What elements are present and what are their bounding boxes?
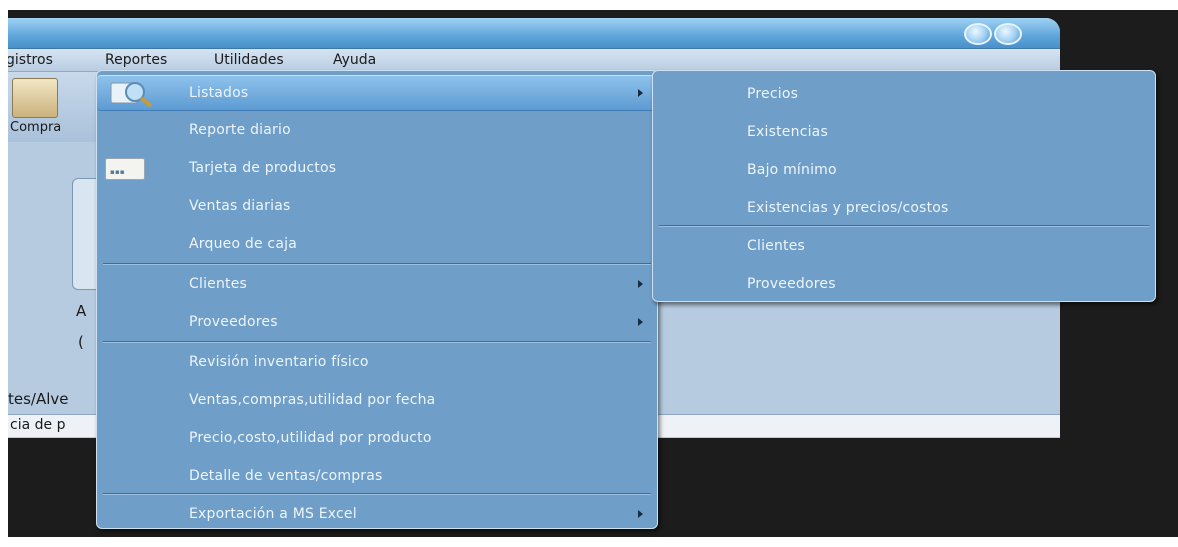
maximize-button[interactable] — [994, 23, 1022, 45]
submenu-item-label: Proveedores — [747, 276, 836, 292]
status-text: cia de p — [10, 417, 66, 433]
menu-item-ventas-compras-utilidad[interactable]: Ventas,compras,utilidad por fecha — [97, 383, 657, 417]
submenu-item-label: Clientes — [747, 238, 806, 254]
menu-bar: gistros Reportes Utilidades Ayuda — [8, 49, 1060, 72]
submenu-item-existencias-precios[interactable]: Existencias y precios/costos — [653, 191, 1155, 225]
menu-item-label: Listados — [189, 85, 249, 101]
menu-item-exportacion-excel[interactable]: Exportación a MS Excel — [97, 497, 657, 531]
magnifier-icon — [110, 82, 153, 108]
menu-item-detalle-ventas[interactable]: Detalle de ventas/compras — [97, 459, 657, 493]
screen-frame-left — [0, 0, 8, 547]
menu-item-label: Tarjeta de productos — [189, 160, 337, 176]
menu-utilidades[interactable]: Utilidades — [214, 52, 284, 68]
submenu-item-existencias[interactable]: Existencias — [653, 115, 1155, 149]
menu-registros[interactable]: gistros — [8, 52, 53, 68]
title-bar — [8, 18, 1060, 49]
reportes-menu: Listados Reporte diario ▪▪▪ Tarjeta de p… — [96, 70, 658, 529]
listados-submenu: Precios Existencias Bajo mínimo Existenc… — [652, 70, 1156, 302]
menu-item-label: Exportación a MS Excel — [189, 506, 357, 522]
menu-item-label: Arqueo de caja — [189, 236, 297, 252]
submenu-item-bajo-minimo[interactable]: Bajo mínimo — [653, 153, 1155, 187]
submenu-arrow-icon — [638, 280, 643, 288]
submenu-item-label: Existencias — [747, 124, 828, 140]
menu-item-listados[interactable]: Listados — [97, 75, 657, 111]
menu-item-label: Detalle de ventas/compras — [189, 468, 383, 484]
minimize-button[interactable] — [964, 23, 992, 45]
submenu-item-label: Precios — [747, 86, 799, 102]
menu-item-label: Clientes — [189, 276, 248, 292]
submenu-arrow-icon — [638, 510, 643, 518]
menu-item-tarjeta-productos[interactable]: ▪▪▪ Tarjeta de productos — [97, 151, 657, 185]
screen-frame-top — [0, 0, 1178, 10]
menu-item-label: Revisión inventario físico — [189, 354, 369, 370]
menu-reportes[interactable]: Reportes — [105, 52, 167, 68]
menu-separator — [103, 341, 651, 343]
menu-item-proveedores[interactable]: Proveedores — [97, 305, 657, 339]
menu-item-arqueo-caja[interactable]: Arqueo de caja — [97, 227, 657, 261]
menu-separator — [103, 493, 651, 495]
submenu-item-proveedores[interactable]: Proveedores — [653, 267, 1155, 301]
menu-item-label: Proveedores — [189, 314, 278, 330]
side-text-a: A — [76, 302, 87, 320]
menu-item-revision-inventario[interactable]: Revisión inventario físico — [97, 345, 657, 379]
submenu-arrow-icon — [638, 89, 643, 97]
menu-item-precio-costo-utilidad[interactable]: Precio,costo,utilidad por producto — [97, 421, 657, 455]
menu-item-ventas-diarias[interactable]: Ventas diarias — [97, 189, 657, 223]
menu-item-label: Ventas diarias — [189, 198, 291, 214]
submenu-item-precios[interactable]: Precios — [653, 77, 1155, 111]
menu-separator — [659, 225, 1149, 227]
menu-item-label: Precio,costo,utilidad por producto — [189, 430, 432, 446]
menu-item-reporte-diario[interactable]: Reporte diario — [97, 113, 657, 147]
menu-item-label: Reporte diario — [189, 122, 291, 138]
submenu-arrow-icon — [638, 318, 643, 326]
menu-ayuda[interactable]: Ayuda — [333, 52, 376, 68]
side-text-paren: ( — [78, 333, 84, 351]
side-text-path: tes/Alve — [8, 390, 69, 408]
card-icon: ▪▪▪ — [105, 158, 145, 180]
menu-item-clientes[interactable]: Clientes — [97, 267, 657, 301]
compras-label[interactable]: Compra — [10, 120, 61, 135]
submenu-item-clientes[interactable]: Clientes — [653, 229, 1155, 263]
compras-icon[interactable] — [12, 78, 58, 118]
screen-frame-bottom — [0, 537, 1178, 547]
menu-separator — [103, 263, 651, 265]
menu-item-label: Ventas,compras,utilidad por fecha — [189, 392, 436, 408]
submenu-item-label: Bajo mínimo — [747, 162, 837, 178]
submenu-item-label: Existencias y precios/costos — [747, 200, 949, 216]
